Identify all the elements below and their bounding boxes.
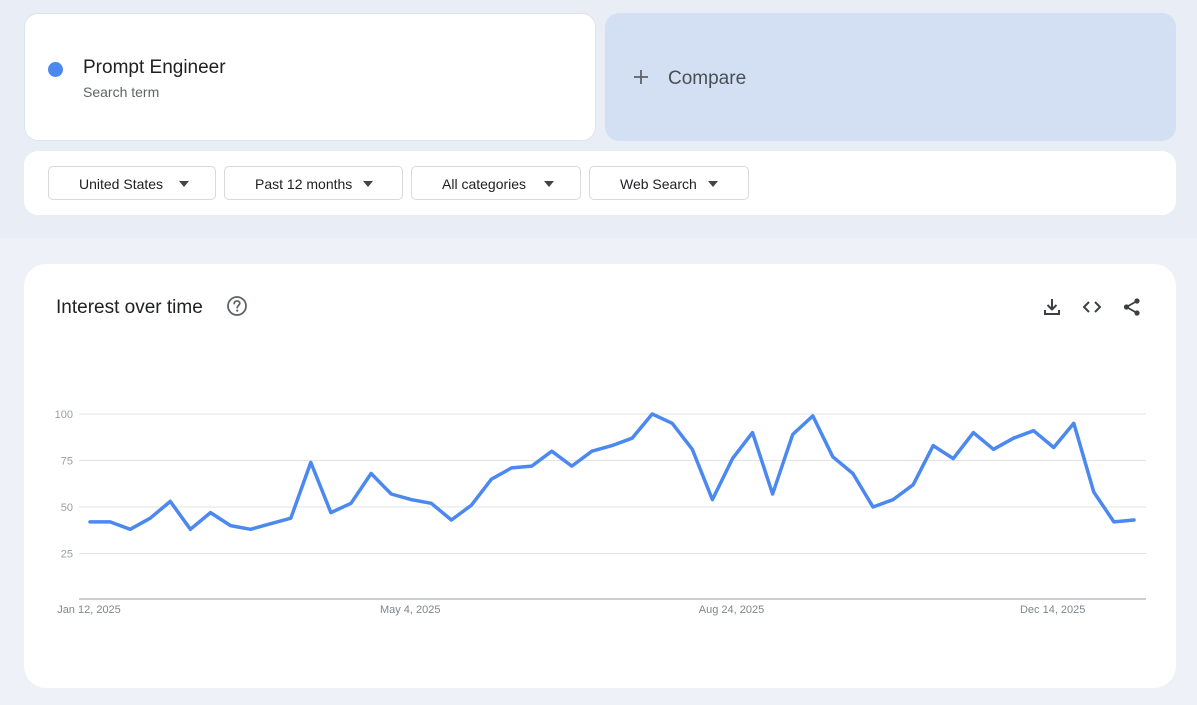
x-tick-label: Aug 24, 2025 [699, 604, 764, 616]
data-point [389, 492, 393, 496]
data-point [891, 498, 895, 502]
series-line [88, 412, 1136, 532]
data-point [690, 447, 694, 451]
data-point [1112, 520, 1116, 524]
data-point [730, 457, 734, 461]
data-point [510, 466, 514, 470]
data-point [650, 412, 654, 416]
x-tick-label: Jan 12, 2025 [57, 604, 121, 616]
data-point [831, 455, 835, 459]
data-point [208, 511, 212, 515]
data-point [249, 527, 253, 531]
data-point [1052, 445, 1056, 449]
data-point [570, 464, 574, 468]
data-point [530, 464, 534, 468]
data-point [1072, 421, 1076, 425]
data-point [751, 431, 755, 435]
data-point [269, 522, 273, 526]
data-point [971, 431, 975, 435]
data-point [771, 492, 775, 496]
data-point [590, 449, 594, 453]
data-point [550, 449, 554, 453]
interest-chart: 25 50 75 100 Jan 12, 2025 May 4, 2025 Aug 24, … [55, 409, 1146, 616]
data-point [188, 527, 192, 531]
data-point [88, 520, 92, 524]
data-point [1092, 490, 1096, 494]
data-point [851, 472, 855, 476]
data-point [128, 527, 132, 531]
data-point [1012, 436, 1016, 440]
data-point [931, 444, 935, 448]
data-point [349, 501, 353, 505]
data-point [329, 511, 333, 515]
data-point [369, 472, 373, 476]
data-point [911, 483, 915, 487]
data-point [409, 498, 413, 502]
data-point [811, 414, 815, 418]
data-point [670, 421, 674, 425]
data-point [1032, 429, 1036, 433]
y-tick-label: 75 [61, 456, 73, 468]
x-tick-label: May 4, 2025 [380, 604, 441, 616]
data-point [168, 499, 172, 503]
data-point [229, 524, 233, 528]
data-point [469, 503, 473, 507]
y-tick-label: 100 [55, 409, 73, 421]
data-point [490, 477, 494, 481]
y-tick-label: 25 [61, 549, 73, 561]
y-tick-label: 50 [61, 502, 73, 514]
data-point [429, 501, 433, 505]
data-point [710, 498, 714, 502]
data-point [610, 444, 614, 448]
data-point [871, 505, 875, 509]
data-point [289, 516, 293, 520]
data-point [951, 457, 955, 461]
data-point [791, 432, 795, 436]
data-point [630, 436, 634, 440]
data-point [148, 516, 152, 520]
data-point [1132, 518, 1136, 522]
x-tick-label: Dec 14, 2025 [1020, 604, 1085, 616]
data-point [991, 447, 995, 451]
data-point [449, 518, 453, 522]
data-point [309, 460, 313, 464]
data-point [108, 520, 112, 524]
